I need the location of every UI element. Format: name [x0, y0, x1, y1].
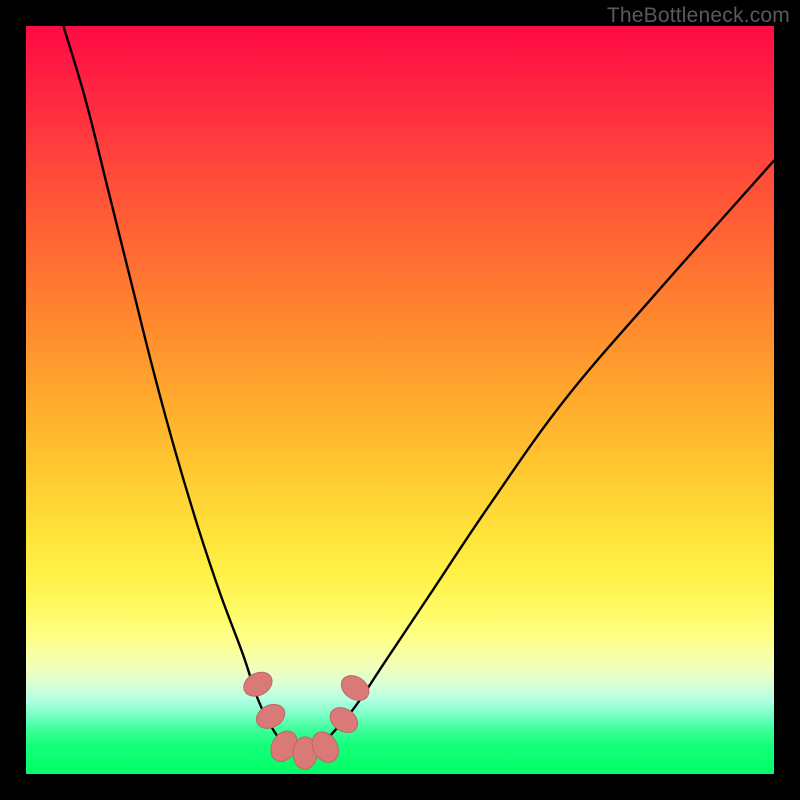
marker-left-lower [252, 700, 289, 733]
outer-frame: TheBottleneck.com [0, 0, 800, 800]
overlay-svg [26, 26, 774, 774]
marker-right-upper [337, 670, 374, 705]
marker-left-upper [240, 667, 277, 700]
plot-area [26, 26, 774, 774]
watermark-text: TheBottleneck.com [607, 4, 790, 28]
marker-right-lower [325, 703, 362, 738]
marker-group [240, 667, 374, 769]
bottleneck-curve [63, 26, 774, 752]
